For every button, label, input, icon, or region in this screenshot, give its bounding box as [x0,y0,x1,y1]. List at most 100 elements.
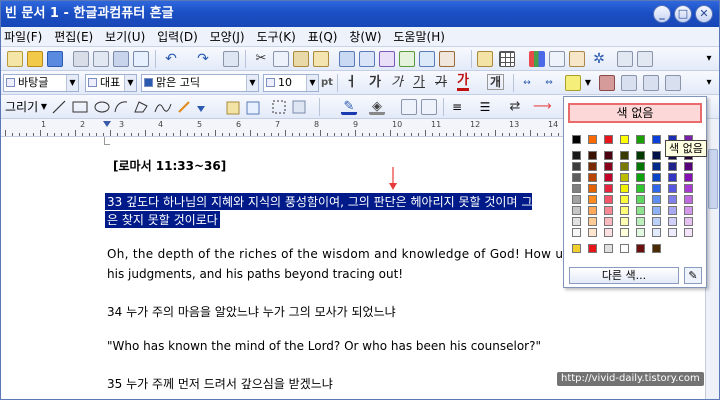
shading-icon[interactable] [599,75,615,91]
line-tool-icon[interactable] [52,100,66,114]
color-swatch[interactable] [684,217,693,226]
scrollbar-thumb[interactable] [708,149,718,209]
color-swatch[interactable] [652,173,661,182]
color-swatch[interactable] [604,206,613,215]
para-shape-icon[interactable] [359,51,375,67]
rectangle-tool-icon[interactable] [72,101,88,113]
color-swatch[interactable] [684,162,693,171]
color-swatch[interactable] [652,162,661,171]
header-icon[interactable] [439,51,455,67]
group-tool-icon[interactable] [292,100,306,114]
color-swatch[interactable] [604,195,613,204]
font-grow-icon[interactable]: ㅓ [345,74,357,92]
redo-icon[interactable]: ↷ [195,51,211,67]
chevron-down-icon[interactable]: ▼ [66,75,78,91]
color-swatch[interactable] [572,217,581,226]
paste-icon[interactable] [293,51,309,67]
char-spacing-icon[interactable]: ↔ [519,75,535,91]
save-icon[interactable] [47,51,63,67]
format-painter-icon[interactable] [313,51,329,67]
menu-tools[interactable]: 도구(K) [253,27,298,47]
picture-icon[interactable] [477,51,493,67]
color-swatch[interactable] [604,135,613,144]
symbol-icon[interactable]: ✲ [591,51,607,67]
color-swatch[interactable] [652,135,661,144]
style-combo[interactable]: 바탕글 ▼ [3,74,79,92]
curve-tool-icon[interactable] [154,103,172,113]
color-swatch[interactable] [588,228,597,237]
color-swatch[interactable] [636,151,645,160]
indent-marker-icon[interactable] [103,121,111,127]
color-swatch[interactable] [572,184,581,193]
color-swatch[interactable] [620,217,629,226]
undo-icon[interactable]: ↶ [163,51,179,67]
color-swatch[interactable] [604,162,613,171]
font-size-combo[interactable]: 10 ▼ [263,74,319,92]
color-swatch[interactable] [604,217,613,226]
color-swatch[interactable] [572,151,581,160]
color-swatch[interactable] [652,151,661,160]
color-swatch[interactable] [572,162,581,171]
italic-icon[interactable]: 가 [391,74,403,92]
color-swatch[interactable] [668,206,677,215]
arc-tool-icon[interactable] [114,101,128,113]
menu-edit[interactable]: 편집(E) [51,27,96,47]
color-swatch[interactable] [572,173,581,182]
color-swatch[interactable] [684,206,693,215]
color-swatch[interactable] [684,173,693,182]
memo-icon[interactable] [637,51,653,67]
recent-color-swatch[interactable] [588,244,597,253]
color-swatch[interactable] [572,195,581,204]
fill-color-icon[interactable]: ◈ [369,99,385,115]
color-swatch[interactable] [588,206,597,215]
selected-text-line[interactable]: 은 찾지 못할 것이로다 [105,211,220,228]
color-swatch[interactable] [684,184,693,193]
preview-icon[interactable] [93,51,109,67]
color-swatch[interactable] [636,217,645,226]
columns-icon[interactable] [399,51,415,67]
color-swatch[interactable] [668,228,677,237]
hyperlink-icon[interactable] [617,51,633,67]
menu-window[interactable]: 창(W) [346,27,384,47]
color-swatch[interactable] [588,162,597,171]
ellipse-tool-icon[interactable] [94,101,110,113]
bring-front-icon[interactable] [401,99,417,115]
color-swatch[interactable] [588,217,597,226]
menu-insert[interactable]: 입력(D) [154,27,201,47]
line-style-icon[interactable]: ≡ [449,99,465,115]
color-swatch[interactable] [652,184,661,193]
menu-format[interactable]: 모양(J) [207,27,248,47]
no-color-button[interactable]: 색 없음 [568,103,702,123]
color-swatch[interactable] [604,173,613,182]
toolbar-expand-icon[interactable]: ▾ [701,75,717,91]
color-swatch[interactable] [588,184,597,193]
chevron-down-icon[interactable]: ▼ [124,75,136,91]
char-width-icon[interactable]: ⇔ [541,75,557,91]
color-swatch[interactable] [668,195,677,204]
chevron-down-icon[interactable]: ▼ [306,75,318,91]
chevron-down-icon[interactable]: ▼ [39,99,49,115]
color-swatch[interactable] [652,195,661,204]
menu-view[interactable]: 보기(U) [102,27,148,47]
table-icon[interactable] [499,51,515,67]
font-color-icon[interactable]: 가 [457,74,469,91]
color-swatch[interactable] [636,206,645,215]
close-button[interactable]: ✕ [695,5,713,23]
eyedropper-icon[interactable]: ✎ [684,267,702,284]
color-swatch[interactable] [620,206,629,215]
char-shape-icon[interactable] [339,51,355,67]
color-swatch[interactable] [636,162,645,171]
equation-icon[interactable] [549,51,565,67]
bold-icon[interactable]: 가 [369,74,381,92]
color-swatch[interactable] [620,184,629,193]
color-swatch[interactable] [636,195,645,204]
color-swatch[interactable] [684,195,693,204]
page-setup-icon[interactable] [419,51,435,67]
color-swatch[interactable] [668,162,677,171]
connector-tool-icon[interactable] [197,106,205,112]
color-swatch[interactable] [620,173,629,182]
color-swatch[interactable] [636,173,645,182]
color-swatch[interactable] [604,184,613,193]
recent-color-swatch[interactable] [604,244,613,253]
print-icon[interactable] [73,51,89,67]
